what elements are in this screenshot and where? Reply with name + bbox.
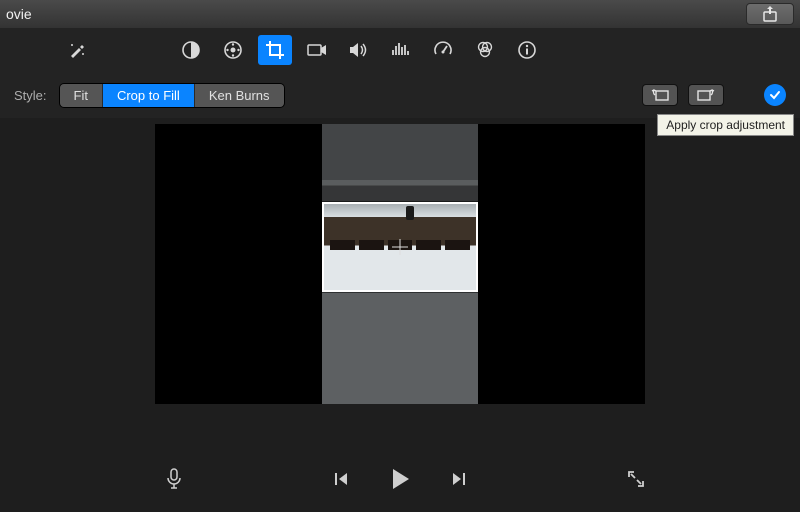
volume-button[interactable] [342, 35, 376, 65]
noise-reduction-icon [391, 41, 411, 59]
previous-frame-icon [333, 471, 349, 487]
crop-handle-tr[interactable] [466, 202, 478, 214]
stabilization-icon [307, 42, 327, 58]
next-frame-icon [451, 471, 467, 487]
voiceover-button[interactable] [160, 465, 188, 493]
figure-on-roof [406, 206, 414, 220]
app-title: ovie [6, 6, 32, 22]
crop-center-cross [392, 239, 408, 255]
info-button[interactable] [510, 35, 544, 65]
rotate-ccw-icon [650, 88, 670, 102]
crop-icon [265, 40, 285, 60]
enhance-button[interactable] [60, 35, 94, 65]
crop-style-bar: Style: Fit Crop to Fill Ken Burns Apply … [0, 72, 800, 118]
info-icon [517, 40, 537, 60]
color-correction-icon [223, 40, 243, 60]
stabilization-button[interactable] [300, 35, 334, 65]
segment-crop-to-fill[interactable]: Crop to Fill [103, 84, 195, 107]
speed-button[interactable] [426, 35, 460, 65]
crop-button[interactable] [258, 35, 292, 65]
rotate-ccw-button[interactable] [642, 84, 678, 106]
previous-frame-button[interactable] [327, 465, 355, 493]
rotate-cw-button[interactable] [688, 84, 724, 106]
apply-tooltip: Apply crop adjustment [657, 114, 794, 136]
apply-button[interactable] [764, 84, 786, 106]
style-label: Style: [14, 88, 47, 103]
noise-reduction-button[interactable] [384, 35, 418, 65]
crop-handle-br[interactable] [466, 280, 478, 292]
crop-handle-tl[interactable] [322, 202, 334, 214]
fullscreen-button[interactable] [622, 465, 650, 493]
color-balance-button[interactable] [174, 35, 208, 65]
next-frame-button[interactable] [445, 465, 473, 493]
play-icon [387, 466, 413, 492]
checkmark-icon [768, 88, 782, 102]
color-filter-button[interactable] [468, 35, 502, 65]
transport-bar [0, 456, 800, 502]
crop-handle-bl[interactable] [322, 280, 334, 292]
color-balance-icon [181, 40, 201, 60]
rotate-cw-icon [696, 88, 716, 102]
adjustments-toolbar [0, 28, 800, 72]
share-button[interactable] [746, 3, 794, 25]
crop-rectangle[interactable] [322, 202, 478, 292]
color-filter-icon [475, 40, 495, 60]
microphone-icon [166, 468, 182, 490]
share-icon [763, 6, 777, 22]
color-correction-button[interactable] [216, 35, 250, 65]
volume-icon [349, 41, 369, 59]
speed-icon [433, 40, 453, 60]
titlebar: ovie [0, 0, 800, 28]
enhance-icon [68, 41, 86, 59]
style-segmented-control: Fit Crop to Fill Ken Burns [59, 83, 285, 108]
preview-viewer[interactable] [155, 124, 645, 404]
fullscreen-icon [627, 470, 645, 488]
segment-fit[interactable]: Fit [60, 84, 103, 107]
segment-ken-burns[interactable]: Ken Burns [195, 84, 284, 107]
play-button[interactable] [383, 462, 417, 496]
